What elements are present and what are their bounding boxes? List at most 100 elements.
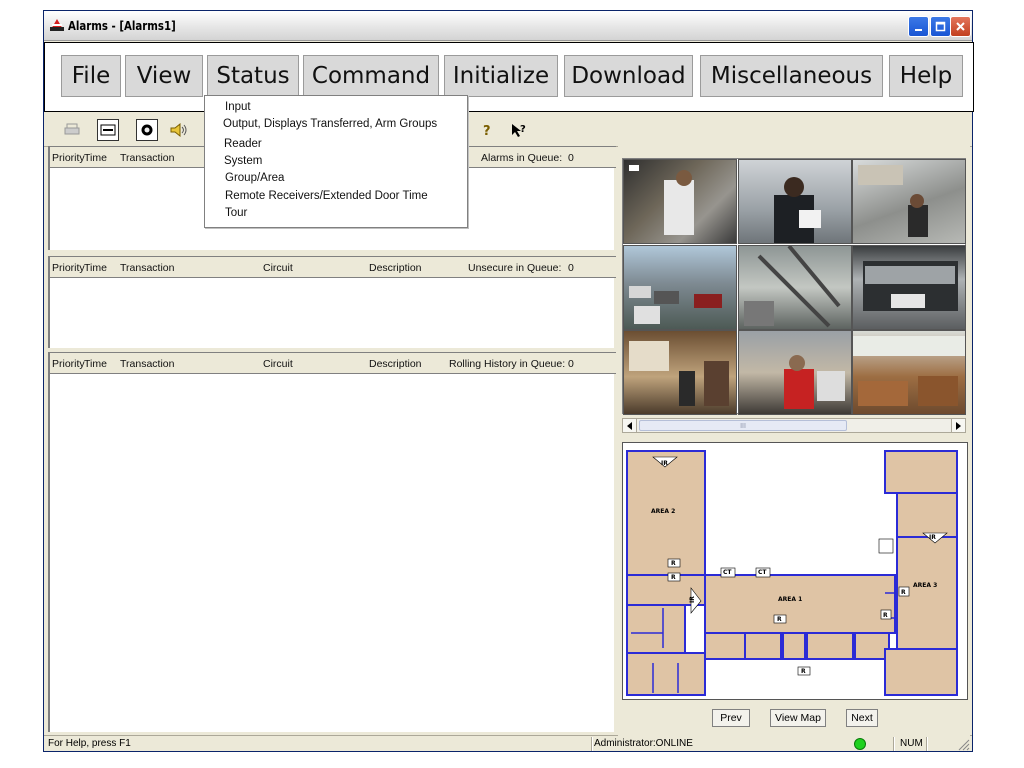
menu-command[interactable]: Command	[303, 55, 439, 97]
column-priority[interactable]: Priority	[52, 152, 85, 164]
unsecure-queue-label: Unsecure in Queue:	[468, 262, 562, 274]
column-time[interactable]: Time	[84, 152, 107, 164]
map-prev-button[interactable]: Prev	[712, 709, 750, 727]
resize-grip-icon[interactable]	[958, 739, 970, 751]
camera-image	[774, 177, 821, 243]
menu-bar: File View Status Command Initialize Down…	[44, 42, 974, 112]
history-header: Priority Time Transaction Circuit Descri…	[50, 352, 616, 374]
map-marker-ir[interactable]: IR	[661, 460, 668, 467]
window-title: Alarms - [Alarms1]	[68, 19, 176, 33]
title-bar[interactable]: Alarms - [Alarms1]	[44, 11, 972, 41]
scroll-right-button[interactable]	[951, 419, 965, 432]
menu-initialize[interactable]: Initialize	[444, 55, 558, 97]
unsecure-header: Priority Time Transaction Circuit Descri…	[50, 256, 616, 278]
menu-file[interactable]: File	[61, 55, 121, 97]
camera-feed[interactable]	[738, 159, 852, 244]
context-help-icon: ?	[512, 124, 526, 137]
menu-item-tour[interactable]: Tour	[225, 207, 247, 219]
scroll-thumb[interactable]: III	[639, 420, 847, 431]
column-transaction[interactable]: Transaction	[120, 152, 174, 164]
camera-feed[interactable]	[623, 245, 737, 330]
minimize-button[interactable]	[908, 16, 929, 37]
camera-image	[863, 261, 958, 311]
map-marker-reader[interactable]: R	[883, 612, 888, 619]
camera-image	[784, 355, 845, 409]
chevron-right-icon	[955, 421, 961, 430]
menu-item-reader[interactable]: Reader	[224, 138, 262, 150]
column-time[interactable]: Time	[84, 262, 107, 274]
map-marker-reader[interactable]: R	[801, 668, 806, 675]
floor-plan-graphic: IR IR IR R R R R R R CT CT AREA 1 AREA 2…	[626, 450, 958, 696]
camera-feed[interactable]	[623, 159, 737, 244]
map-marker-ct[interactable]: CT	[723, 569, 732, 576]
menu-item-output[interactable]: Output, Displays Transferred, Arm Groups	[223, 118, 437, 130]
user-status: Administrator:ONLINE	[594, 738, 693, 749]
map-area-3-label[interactable]: AREA 3	[913, 582, 937, 589]
column-transaction[interactable]: Transaction	[120, 262, 174, 274]
map-marker-ir[interactable]: IR	[689, 596, 696, 603]
map-marker-reader[interactable]: R	[671, 574, 676, 581]
context-help-button[interactable]: ?	[508, 119, 530, 141]
camera-feed[interactable]	[852, 245, 966, 330]
column-description[interactable]: Description	[369, 358, 422, 370]
print-button[interactable]	[61, 119, 83, 141]
status-divider	[926, 737, 928, 751]
record-button[interactable]	[136, 119, 158, 141]
alarms-queue-count: 0	[568, 152, 574, 164]
camera-feed[interactable]	[852, 159, 966, 244]
map-marker-reader[interactable]: R	[671, 560, 676, 567]
help-icon: ?	[483, 124, 491, 138]
floor-map[interactable]: IR IR IR R R R R R R CT CT AREA 1 AREA 2…	[622, 442, 968, 700]
map-marker-ir[interactable]: IR	[929, 534, 936, 541]
map-marker-reader[interactable]: R	[777, 616, 782, 623]
view-map-button[interactable]: View Map	[770, 709, 826, 727]
menu-item-remote-receivers[interactable]: Remote Receivers/Extended Door Time	[225, 190, 428, 202]
column-circuit[interactable]: Circuit	[263, 358, 293, 370]
map-marker-ct[interactable]: CT	[758, 569, 767, 576]
print-icon	[64, 123, 80, 135]
camera-feed[interactable]	[738, 245, 852, 330]
menu-item-group-area[interactable]: Group/Area	[225, 172, 284, 184]
camera-feed[interactable]	[623, 330, 737, 415]
svg-text:?: ?	[520, 124, 526, 135]
num-lock-indicator: NUM	[900, 738, 923, 749]
map-area-2-label[interactable]: AREA 2	[651, 508, 675, 515]
close-button[interactable]	[950, 16, 971, 37]
camera-image	[744, 246, 841, 328]
menu-view[interactable]: View	[125, 55, 203, 97]
menu-download[interactable]: Download	[564, 55, 693, 97]
menu-help[interactable]: Help	[889, 55, 963, 97]
map-marker-reader[interactable]: R	[901, 589, 906, 596]
column-transaction[interactable]: Transaction	[120, 358, 174, 370]
history-queue-count: 0	[568, 358, 574, 370]
menu-item-input[interactable]: Input	[225, 101, 251, 113]
column-time[interactable]: Time	[84, 358, 107, 370]
maximize-button[interactable]	[930, 16, 951, 37]
column-priority[interactable]: Priority	[52, 358, 85, 370]
unsecure-pane: Priority Time Transaction Circuit Descri…	[48, 256, 616, 348]
menu-miscellaneous[interactable]: Miscellaneous	[700, 55, 883, 97]
column-priority[interactable]: Priority	[52, 262, 85, 274]
camera-feed[interactable]	[852, 330, 966, 415]
close-icon	[956, 22, 965, 31]
toolbar: ? ?	[44, 113, 972, 147]
help-hint: For Help, press F1	[48, 738, 131, 749]
camera-scrollbar[interactable]: III	[622, 418, 966, 433]
camera-feed[interactable]	[738, 330, 852, 415]
map-area-1-label[interactable]: AREA 1	[778, 596, 802, 603]
help-button[interactable]: ?	[476, 119, 498, 141]
status-divider	[893, 737, 895, 751]
speaker-button[interactable]	[168, 119, 190, 141]
column-circuit[interactable]: Circuit	[263, 262, 293, 274]
window-button[interactable]	[97, 119, 119, 141]
column-description[interactable]: Description	[369, 262, 422, 274]
map-navigation: Prev View Map Next	[622, 704, 968, 732]
camera-grid	[622, 158, 966, 415]
alarms-queue-label: Alarms in Queue:	[481, 152, 563, 164]
map-next-button[interactable]: Next	[846, 709, 878, 727]
menu-item-system[interactable]: System	[224, 155, 262, 167]
menu-status[interactable]: Status	[207, 55, 299, 97]
record-icon	[141, 124, 153, 136]
scroll-left-button[interactable]	[623, 419, 637, 432]
camera-image	[629, 341, 729, 406]
